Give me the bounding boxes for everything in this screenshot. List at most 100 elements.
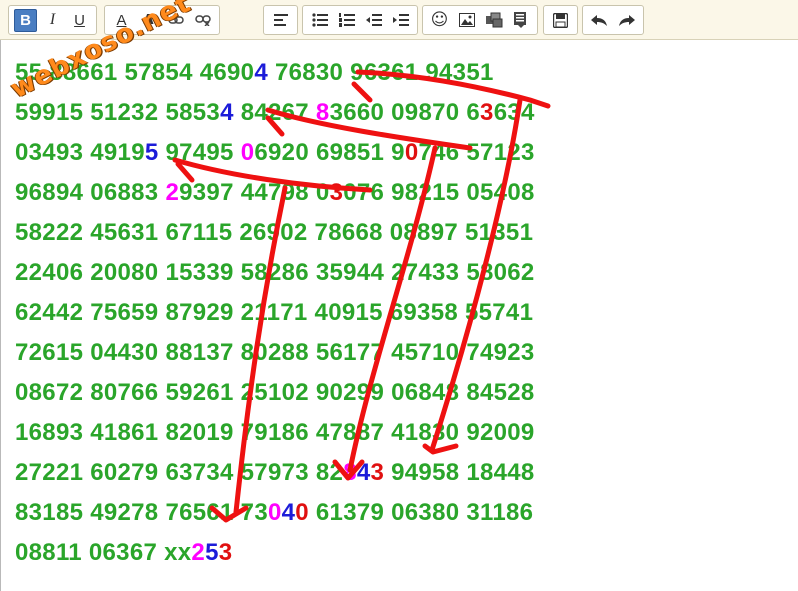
- result-number: 58062: [466, 259, 535, 286]
- result-number: 04430: [90, 339, 159, 366]
- align-left-button[interactable]: [269, 9, 292, 32]
- result-number: 08811: [15, 539, 82, 566]
- document-button[interactable]: [509, 9, 532, 32]
- result-number: 82019: [165, 419, 234, 446]
- result-number: 46904: [199, 59, 268, 86]
- result-number: 06367: [88, 539, 158, 566]
- result-number: 35944: [315, 259, 385, 286]
- result-number: 45631: [90, 219, 159, 246]
- redo-arrow-icon: [619, 14, 635, 26]
- highlighted-digit: 3: [480, 99, 494, 126]
- result-row: 16893 41861 82019 79186 47887 41830 9200…: [15, 413, 535, 453]
- bulleted-list-icon: [311, 13, 328, 27]
- result-number: 29397: [165, 179, 234, 206]
- highlighted-digit: 3: [370, 459, 385, 486]
- redo-button[interactable]: [615, 9, 638, 32]
- save-button[interactable]: [549, 9, 572, 32]
- gallery-button[interactable]: [482, 9, 505, 32]
- highlighted-digit: 4: [220, 99, 234, 126]
- image-icon: [458, 13, 475, 27]
- result-row: 62442 75659 87929 21171 40915 69358 5574…: [15, 293, 535, 333]
- result-number: 27221: [15, 459, 84, 486]
- result-number: 16893: [15, 419, 84, 446]
- text-style-group: B I U: [8, 5, 97, 35]
- result-number: 82843: [315, 459, 385, 486]
- highlighted-digit: 0: [404, 139, 419, 166]
- result-number: 06380: [391, 499, 460, 526]
- result-number: 55741: [464, 299, 534, 326]
- document-icon: [513, 12, 526, 28]
- result-number: 41861: [90, 419, 159, 446]
- result-number: 57854: [124, 59, 193, 86]
- result-number: 90299: [315, 379, 385, 406]
- highlighted-digit: 2: [165, 179, 180, 206]
- result-number: 49278: [90, 499, 159, 526]
- result-row: 27221 60279 63734 57973 82843 94958 1844…: [15, 453, 535, 493]
- result-number: 73040: [240, 499, 309, 526]
- result-number: 27433: [391, 259, 460, 286]
- result-number: 84528: [466, 379, 535, 406]
- result-number: 06920: [240, 139, 309, 166]
- image-button[interactable]: [455, 9, 478, 32]
- result-number: 90746: [391, 139, 460, 166]
- result-number: 44798: [240, 179, 309, 206]
- result-row: 08672 80766 59261 25102 90299 06848 8452…: [15, 373, 535, 413]
- highlighted-digit: 8: [343, 459, 357, 486]
- highlighted-digit: 2: [191, 539, 206, 566]
- result-number: 22406: [15, 259, 84, 286]
- result-number: 26902: [239, 219, 308, 246]
- highlighted-digit: 0: [240, 139, 255, 166]
- result-number: 83660: [315, 99, 385, 126]
- result-row: 22406 20080 15339 58286 35944 27433 5806…: [15, 253, 535, 293]
- result-row: 83185 49278 76561 73040 61379 06380 3118…: [15, 493, 535, 533]
- result-number: 61379: [315, 499, 385, 526]
- numbered-list-icon: [338, 13, 355, 27]
- result-row: 03493 49195 97495 06920 69851 90746 5712…: [15, 133, 535, 173]
- unlink-icon: [194, 15, 211, 26]
- result-number: 31186: [466, 499, 534, 526]
- result-number: 25102: [240, 379, 309, 406]
- italic-button[interactable]: I: [41, 9, 64, 32]
- result-number: 87929: [165, 299, 234, 326]
- result-number: 09870: [391, 99, 460, 126]
- result-row: 08811 06367 xx253: [15, 533, 535, 573]
- indent-button[interactable]: [389, 9, 412, 32]
- result-number: 51232: [90, 99, 159, 126]
- undo-arrow-icon: [591, 14, 607, 26]
- result-number: 41830: [391, 419, 460, 446]
- result-number: 94351: [425, 59, 494, 86]
- outdent-button[interactable]: [362, 9, 385, 32]
- emoji-button[interactable]: ☺: [428, 9, 451, 32]
- result-number: 03493: [15, 139, 84, 166]
- result-number: 63734: [165, 459, 234, 486]
- result-number: 76830: [274, 59, 344, 86]
- bulleted-list-button[interactable]: [308, 9, 331, 32]
- floppy-disk-icon: [553, 12, 568, 28]
- result-number: 76561: [165, 499, 234, 526]
- numbered-list-button[interactable]: [335, 9, 358, 32]
- result-number: 03076: [315, 179, 385, 206]
- bold-button[interactable]: B: [14, 8, 37, 32]
- result-number: 21171: [240, 299, 308, 326]
- result-number: 83185: [15, 499, 84, 526]
- result-number: 45710: [391, 339, 460, 366]
- highlighted-digit: 0: [267, 499, 282, 526]
- result-number: 96361: [350, 59, 419, 86]
- history-group: [582, 5, 644, 35]
- result-number: 58534: [165, 99, 234, 126]
- result-number: 67115: [165, 219, 233, 246]
- result-number: 96894: [15, 179, 84, 206]
- result-number: 57123: [466, 139, 535, 166]
- editor-content-area[interactable]: 55 88661 57854 46904 76830 96361 94351 59…: [0, 40, 798, 591]
- undo-button[interactable]: [588, 9, 611, 32]
- list-group: [302, 5, 418, 35]
- result-number: 78668: [314, 219, 383, 246]
- result-number: xx253: [164, 539, 233, 566]
- underline-button[interactable]: U: [68, 9, 91, 32]
- result-number: 58286: [240, 259, 309, 286]
- result-number: 75659: [90, 299, 159, 326]
- result-number: 59261: [165, 379, 234, 406]
- save-group: [543, 5, 578, 35]
- result-number: 69851: [315, 139, 385, 166]
- result-number: 88137: [165, 339, 234, 366]
